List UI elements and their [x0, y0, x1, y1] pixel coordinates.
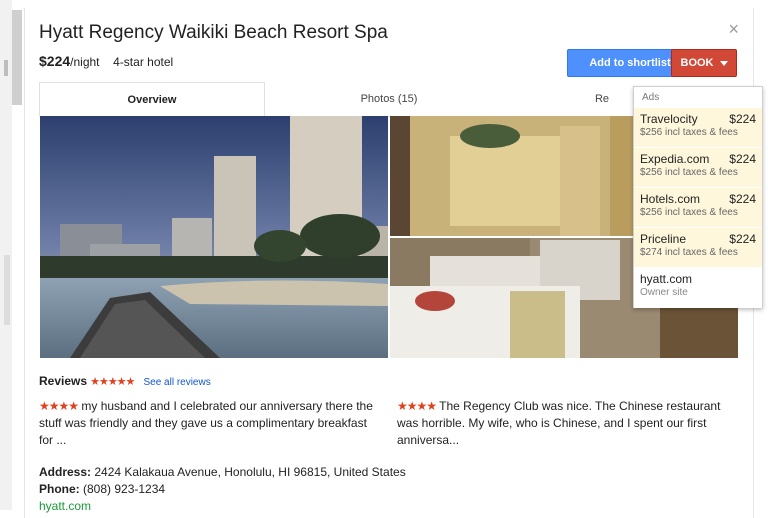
- booking-option[interactable]: Expedia.com $224 $256 incl taxes & fees: [634, 148, 762, 188]
- owner-site-detail: Owner site: [640, 287, 688, 298]
- left-edge-panel: [4, 255, 10, 325]
- close-icon[interactable]: ×: [728, 20, 739, 38]
- hotel-class: 4-star hotel: [113, 55, 174, 69]
- address-line: Address: 2424 Kalakaua Avenue, Honolulu,…: [39, 464, 406, 481]
- owner-site-name: hyatt.com: [640, 272, 693, 286]
- review-stars: ★★★★: [397, 399, 437, 413]
- provider-detail: $274 incl taxes & fees: [640, 247, 738, 258]
- provider-name: Travelocity: [640, 112, 698, 126]
- caret-down-icon: [719, 60, 728, 66]
- book-button[interactable]: BOOK: [671, 49, 737, 77]
- price-row: $224/night 4-star hotel: [39, 53, 173, 69]
- provider-price: $224: [729, 192, 756, 206]
- left-edge-marker: [4, 60, 8, 76]
- booking-option[interactable]: Travelocity $224 $256 incl taxes & fees: [634, 108, 762, 148]
- provider-detail: $256 incl taxes & fees: [640, 167, 738, 178]
- hotel-contact-info: Address: 2424 Kalakaua Avenue, Honolulu,…: [39, 464, 406, 515]
- nightly-price: $224: [39, 53, 71, 69]
- provider-detail: $256 incl taxes & fees: [640, 207, 738, 218]
- hotel-details-card: × Hyatt Regency Waikiki Beach Resort Spa…: [24, 8, 763, 518]
- book-label: BOOK: [680, 57, 714, 69]
- tab-photos[interactable]: Photos (15): [289, 82, 489, 115]
- overall-rating-stars: ★★★★★: [90, 376, 135, 388]
- page-left-edge: [0, 0, 12, 510]
- scrollbar[interactable]: [12, 10, 22, 105]
- tab-overview[interactable]: Overview: [39, 82, 265, 117]
- provider-price: $224: [729, 232, 756, 246]
- see-all-reviews-link[interactable]: See all reviews: [143, 377, 210, 388]
- phone-line: Phone: (808) 923-1234: [39, 481, 406, 498]
- add-to-shortlist-label: Add to shortlist: [589, 57, 671, 69]
- reviews-heading: Reviews: [39, 374, 88, 388]
- address-label: Address:: [39, 465, 92, 479]
- provider-detail: $256 incl taxes & fees: [640, 127, 738, 138]
- per-night-label: /night: [70, 55, 100, 69]
- owner-site-option[interactable]: hyatt.com Owner site: [634, 268, 762, 308]
- reviews-header: Reviews ★★★★★ See all reviews: [39, 374, 211, 388]
- review-snippet[interactable]: ★★★★ The Regency Club was nice. The Chin…: [397, 398, 732, 449]
- ads-label: Ads: [642, 92, 660, 103]
- provider-name: Priceline: [640, 232, 687, 246]
- booking-option[interactable]: Priceline $224 $274 incl taxes & fees: [634, 228, 762, 268]
- booking-options-dropdown: Ads Travelocity $224 $256 incl taxes & fe…: [633, 86, 763, 308]
- review-text: The Regency Club was nice. The Chinese r…: [397, 399, 721, 447]
- address-value: 2424 Kalakaua Avenue, Honolulu, HI 96815…: [94, 465, 406, 479]
- website-link[interactable]: hyatt.com: [39, 498, 406, 515]
- phone-value[interactable]: (808) 923-1234: [83, 482, 165, 496]
- provider-name: Expedia.com: [640, 152, 710, 166]
- booking-option[interactable]: Hotels.com $224 $256 incl taxes & fees: [634, 188, 762, 228]
- hotel-exterior-photo[interactable]: [40, 116, 388, 358]
- phone-label: Phone:: [39, 482, 80, 496]
- provider-name: Hotels.com: [640, 192, 701, 206]
- tab-reviews[interactable]: Re: [587, 82, 617, 115]
- review-snippet[interactable]: ★★★★ my husband and I celebrated our ann…: [39, 398, 374, 449]
- hotel-title: Hyatt Regency Waikiki Beach Resort Spa: [39, 22, 388, 43]
- provider-price: $224: [729, 112, 756, 126]
- review-text: my husband and I celebrated our annivers…: [39, 399, 373, 447]
- review-stars: ★★★★: [39, 399, 79, 413]
- hotel-exterior-image: [40, 116, 388, 358]
- provider-price: $224: [729, 152, 756, 166]
